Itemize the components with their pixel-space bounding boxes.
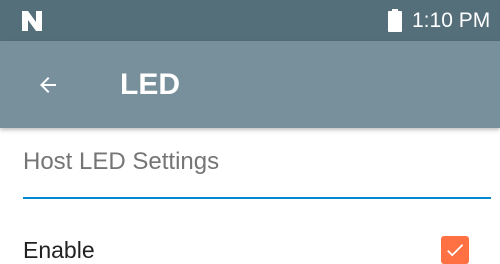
enable-preference-row[interactable]: Enable bbox=[0, 220, 500, 264]
status-time: 1:10 PM bbox=[412, 9, 491, 32]
enable-label: Enable bbox=[23, 237, 95, 263]
section-header: Host LED Settings bbox=[23, 148, 220, 175]
status-bar: 1:10 PM bbox=[0, 0, 500, 41]
enable-checkbox[interactable] bbox=[441, 236, 469, 264]
section-divider bbox=[23, 197, 491, 199]
arrow-back-icon bbox=[40, 77, 56, 93]
back-button[interactable] bbox=[28, 65, 68, 105]
n-notification-icon bbox=[22, 11, 42, 31]
app-bar: LED bbox=[0, 41, 500, 128]
battery-full-icon bbox=[388, 9, 402, 32]
page-title: LED bbox=[120, 68, 180, 101]
check-icon bbox=[447, 244, 464, 257]
led-settings-screen: 1:10 PM LED Host LED Settings Enable bbox=[0, 0, 500, 264]
